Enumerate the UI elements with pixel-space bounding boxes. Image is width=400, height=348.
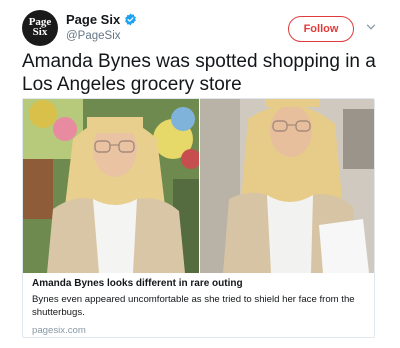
- tweet-text: Amanda Bynes was spotted shopping in a L…: [22, 51, 376, 95]
- avatar[interactable]: Page Six: [22, 10, 58, 46]
- link-card[interactable]: Amanda Bynes looks different in rare out…: [22, 98, 375, 338]
- follow-button[interactable]: Follow: [288, 16, 354, 42]
- name-row: Page Six: [66, 12, 137, 27]
- tweet: Page Six Page Six @PageSix Follow Amanda…: [0, 0, 400, 348]
- card-description: Bynes even appeared uncomfortable as she…: [32, 294, 355, 318]
- card-photo: [23, 99, 374, 273]
- author-info: Page Six @PageSix: [66, 12, 137, 42]
- user-handle[interactable]: @PageSix: [66, 30, 137, 42]
- chevron-down-icon[interactable]: [366, 22, 376, 32]
- photo-left: [23, 99, 201, 273]
- card-body: Amanda Bynes looks different in rare out…: [32, 277, 367, 336]
- card-images: [23, 99, 374, 273]
- card-title[interactable]: Amanda Bynes looks different in rare out…: [32, 277, 367, 290]
- verified-badge-icon: [125, 13, 137, 26]
- photo-right: [200, 99, 374, 273]
- display-name[interactable]: Page Six: [66, 12, 120, 27]
- avatar-logo-line2: Six: [32, 26, 48, 38]
- card-domain[interactable]: pagesix.com: [32, 325, 367, 336]
